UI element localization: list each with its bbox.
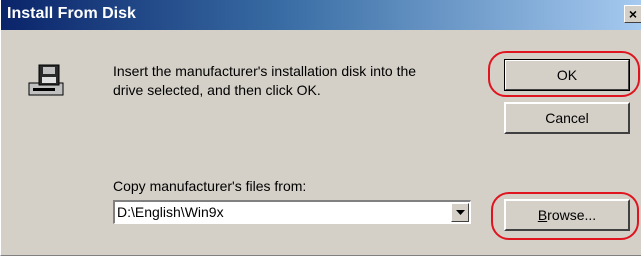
instruction-text: Insert the manufacturer's installation d… [113, 62, 483, 100]
copy-from-label: Copy manufacturer's files from: [113, 178, 307, 194]
ok-button-label: OK [556, 67, 578, 83]
copy-from-combobox[interactable]: D:\English\Win9x [113, 200, 471, 224]
close-button[interactable]: × [624, 5, 641, 23]
dropdown-button[interactable] [451, 203, 469, 222]
instruction-line-2: drive selected, and then click OK. [113, 82, 321, 98]
instruction-line-1: Insert the manufacturer's installation d… [113, 63, 417, 79]
browse-button[interactable]: Browse... [504, 199, 630, 231]
title-bar[interactable]: Install From Disk × [1, 0, 641, 30]
ok-button[interactable]: OK [504, 59, 630, 91]
floppy-disk-drive-icon [28, 64, 64, 96]
cancel-button-label: Cancel [545, 110, 589, 126]
close-icon: × [628, 6, 638, 22]
browse-button-label: Browse... [537, 207, 597, 223]
install-from-disk-dialog: Install From Disk × Insert the manufactu… [0, 0, 641, 256]
window-title: Install From Disk [7, 5, 136, 22]
copy-from-path-value[interactable]: D:\English\Win9x [117, 204, 224, 220]
cancel-button[interactable]: Cancel [504, 102, 630, 134]
chevron-down-icon [455, 209, 465, 215]
